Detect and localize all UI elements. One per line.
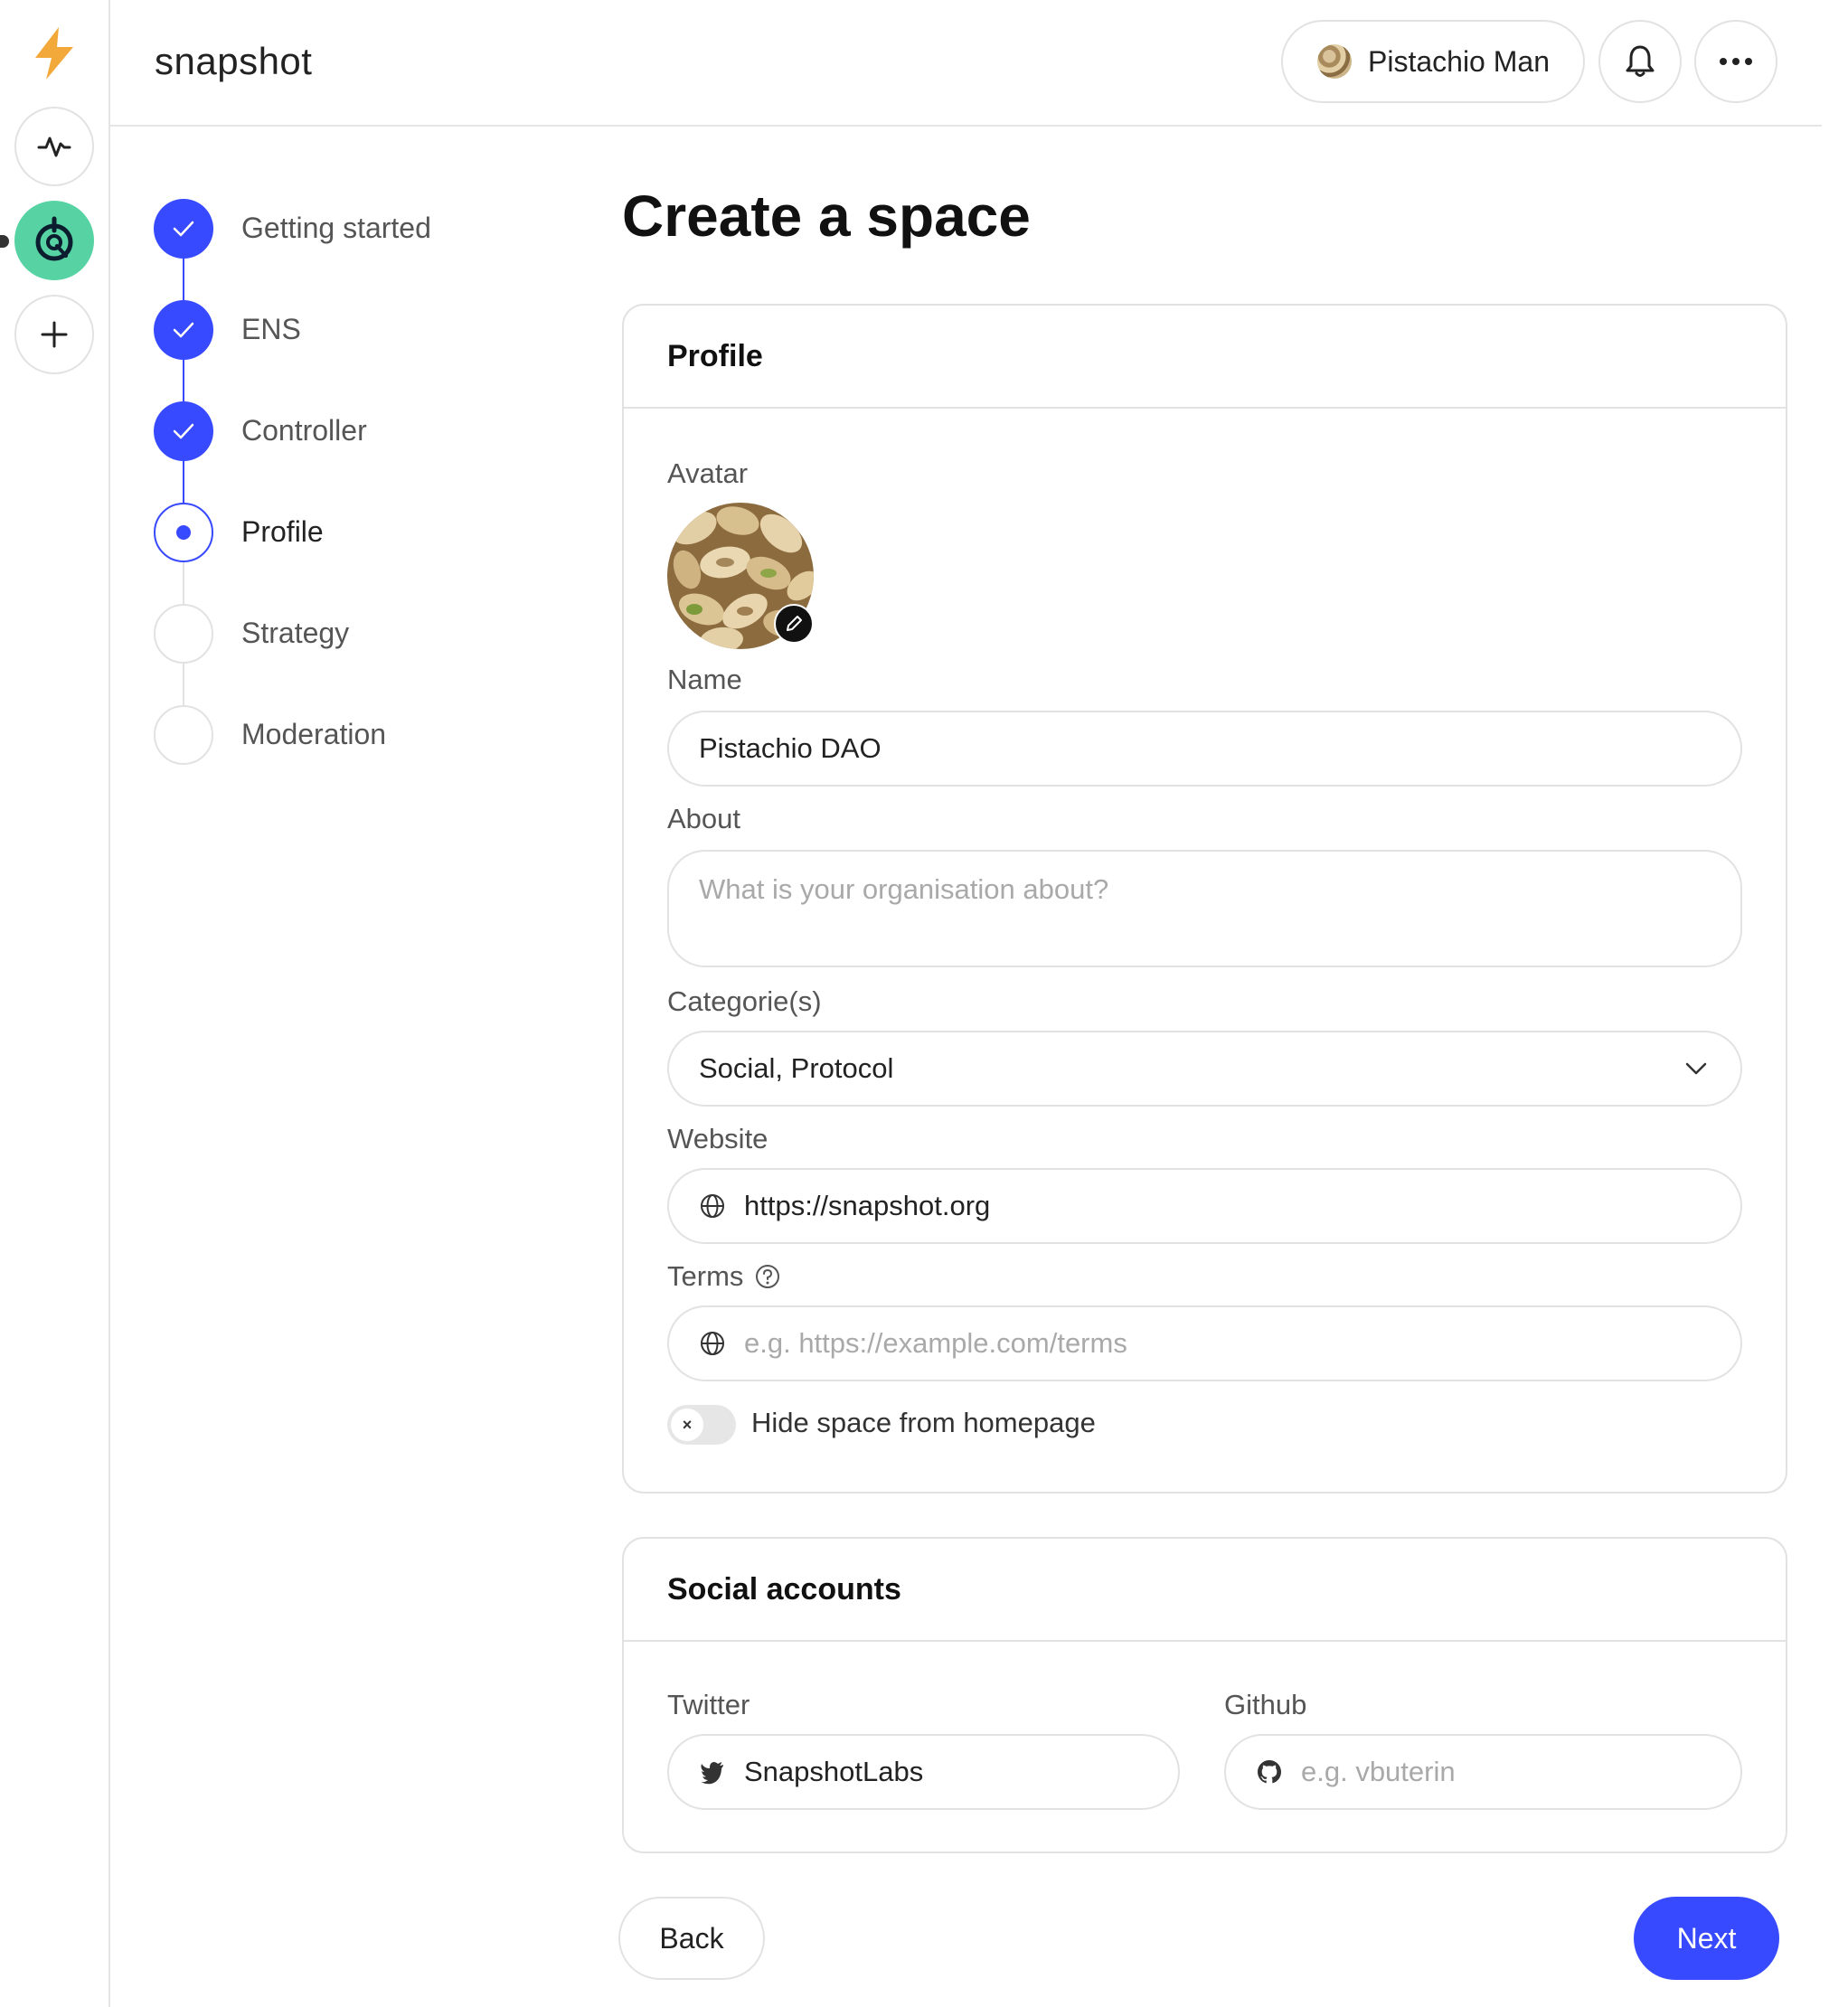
add-space-button[interactable]	[14, 295, 94, 374]
step-connector	[183, 664, 184, 705]
terms-label: Terms	[667, 1260, 781, 1293]
terms-input[interactable]: e.g. https://example.com/terms	[667, 1305, 1742, 1381]
hide-space-label: Hide space from homepage	[751, 1407, 1096, 1438]
lightning-bolt-icon[interactable]	[28, 25, 80, 81]
step-ens[interactable]: ENS	[154, 300, 552, 360]
account-button[interactable]: Pistachio Man	[1281, 20, 1585, 103]
twitter-icon	[701, 1762, 723, 1785]
step-label: Getting started	[241, 212, 431, 244]
terms-label-text: Terms	[667, 1260, 744, 1292]
user-name: Pistachio Man	[1368, 44, 1550, 78]
activity-icon	[37, 137, 71, 157]
more-horizontal-icon	[1720, 58, 1752, 65]
plus-icon	[41, 321, 68, 348]
hide-space-toggle[interactable]: ×	[667, 1405, 736, 1445]
categories-label: Categorie(s)	[667, 985, 822, 1017]
step-controller[interactable]: Controller	[154, 401, 552, 461]
twitter-value: SnapshotLabs	[744, 1756, 924, 1787]
next-button[interactable]: Next	[1634, 1897, 1779, 1980]
globe-icon	[701, 1332, 724, 1355]
avatar-upload[interactable]	[667, 503, 814, 649]
step-connector	[183, 461, 184, 503]
github-label: Github	[1224, 1689, 1307, 1720]
profile-card-heading: Profile	[624, 306, 1786, 409]
website-input[interactable]: https://snapshot.org	[667, 1168, 1742, 1244]
toggle-knob: ×	[671, 1409, 703, 1441]
activity-button[interactable]	[14, 107, 94, 186]
notifications-button[interactable]	[1598, 20, 1682, 103]
website-value: https://snapshot.org	[744, 1190, 991, 1221]
top-header: snapshot Pistachio Man	[110, 0, 1822, 127]
step-status-pending	[154, 604, 213, 664]
about-label: About	[667, 803, 741, 834]
step-label: Controller	[241, 414, 367, 447]
step-status	[154, 300, 213, 360]
twitter-input[interactable]: SnapshotLabs	[667, 1734, 1180, 1810]
step-label: Moderation	[241, 718, 387, 750]
bell-icon	[1626, 45, 1655, 77]
step-status	[154, 401, 213, 461]
app-sidebar	[0, 0, 110, 2007]
profile-card: Profile Avatar Name Pistachio DAO About …	[622, 304, 1787, 1493]
step-profile[interactable]: Profile	[154, 503, 552, 562]
brand-name[interactable]: snapshot	[155, 40, 312, 83]
step-getting-started[interactable]: Getting started	[154, 199, 552, 259]
about-placeholder: What is your organisation about?	[699, 873, 1109, 905]
step-connector	[183, 360, 184, 401]
step-label: Profile	[241, 515, 324, 548]
avatar-label: Avatar	[667, 457, 749, 489]
categories-value: Social, Protocol	[699, 1052, 894, 1084]
step-status-pending	[154, 705, 213, 765]
step-strategy: Strategy	[154, 604, 552, 664]
edit-avatar-button[interactable]	[774, 604, 814, 644]
about-textarea[interactable]: What is your organisation about?	[667, 850, 1742, 967]
back-button[interactable]: Back	[618, 1897, 765, 1980]
step-label: ENS	[241, 313, 301, 345]
user-avatar	[1317, 44, 1352, 79]
terms-placeholder: e.g. https://example.com/terms	[744, 1327, 1127, 1359]
step-status-current	[154, 503, 213, 562]
social-card-heading: Social accounts	[624, 1539, 1786, 1642]
space-avatar-button[interactable]	[14, 201, 94, 280]
github-placeholder: e.g. vbuterin	[1301, 1756, 1456, 1787]
categories-select[interactable]: Social, Protocol	[667, 1031, 1742, 1107]
name-label: Name	[667, 664, 742, 695]
twitter-label: Twitter	[667, 1689, 750, 1720]
name-input-value: Pistachio DAO	[699, 732, 882, 764]
check-icon	[173, 423, 194, 439]
question-circle-icon[interactable]	[754, 1263, 781, 1290]
more-options-button[interactable]	[1694, 20, 1777, 103]
globe-icon	[701, 1194, 724, 1218]
step-label: Strategy	[241, 617, 350, 649]
github-input[interactable]: e.g. vbuterin	[1224, 1734, 1742, 1810]
step-connector	[183, 562, 184, 604]
website-label: Website	[667, 1123, 768, 1154]
step-moderation: Moderation	[154, 705, 552, 765]
pencil-icon	[787, 616, 802, 631]
step-connector	[183, 259, 184, 300]
space-logo-icon	[35, 216, 73, 261]
check-icon	[173, 221, 194, 237]
chevron-down-icon	[1685, 1062, 1707, 1075]
check-icon	[173, 322, 194, 338]
active-space-indicator	[0, 235, 9, 248]
github-icon	[1258, 1760, 1281, 1784]
step-status	[154, 199, 213, 259]
name-input[interactable]: Pistachio DAO	[667, 711, 1742, 787]
page-title: Create a space	[622, 184, 1031, 249]
social-accounts-card: Social accounts Twitter SnapshotLabs Git…	[622, 1537, 1787, 1853]
